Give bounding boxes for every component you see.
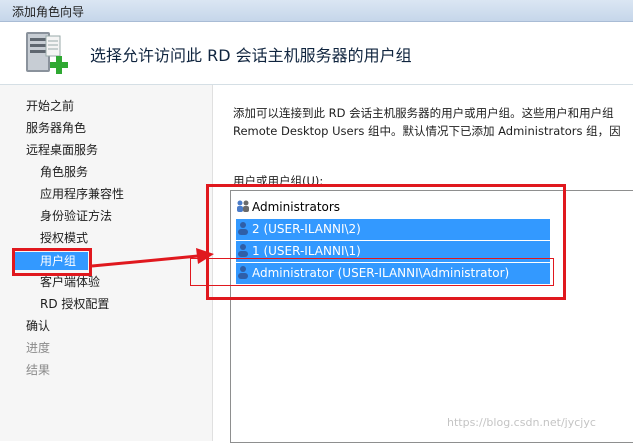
window-titlebar: 添加角色向导 bbox=[0, 0, 633, 22]
annotation-box-administrator bbox=[190, 258, 554, 286]
page-title: 选择允许访问此 RD 会话主机服务器的用户组 bbox=[90, 46, 412, 65]
annotation-box-user-groups bbox=[12, 248, 92, 276]
description-line-2: Remote Desktop Users 组中。默认情况下已添加 Adminis… bbox=[233, 124, 621, 138]
nav-item-app-compatibility[interactable]: 应用程序兼容性 bbox=[40, 185, 124, 203]
nav-item-progress: 进度 bbox=[26, 341, 51, 355]
wizard-header: 选择允许访问此 RD 会话主机服务器的用户组 bbox=[0, 22, 633, 85]
nav-item-remote-desktop-services[interactable]: 远程桌面服务 bbox=[26, 141, 98, 159]
nav-item-before-you-begin[interactable]: 开始之前 bbox=[26, 97, 74, 115]
nav-item-auth-method[interactable]: 身份验证方法 bbox=[40, 207, 112, 225]
nav-item-confirmation[interactable]: 确认 bbox=[26, 317, 50, 335]
nav-item-results: 结果 bbox=[26, 363, 51, 377]
watermark: https://blog.csdn.net/jycjyc bbox=[447, 416, 596, 429]
window-title: 添加角色向导 bbox=[12, 5, 85, 19]
nav-item-server-roles[interactable]: 服务器角色 bbox=[26, 119, 86, 137]
server-add-icon bbox=[26, 32, 68, 74]
nav-item-licensing-mode[interactable]: 授权模式 bbox=[40, 229, 88, 247]
nav-item-rd-licensing-config[interactable]: RD 授权配置 bbox=[40, 295, 109, 313]
description-line-1: 添加可以连接到此 RD 会话主机服务器的用户或用户组。这些用户和用户组 bbox=[233, 106, 614, 120]
nav-item-role-services[interactable]: 角色服务 bbox=[40, 163, 88, 181]
